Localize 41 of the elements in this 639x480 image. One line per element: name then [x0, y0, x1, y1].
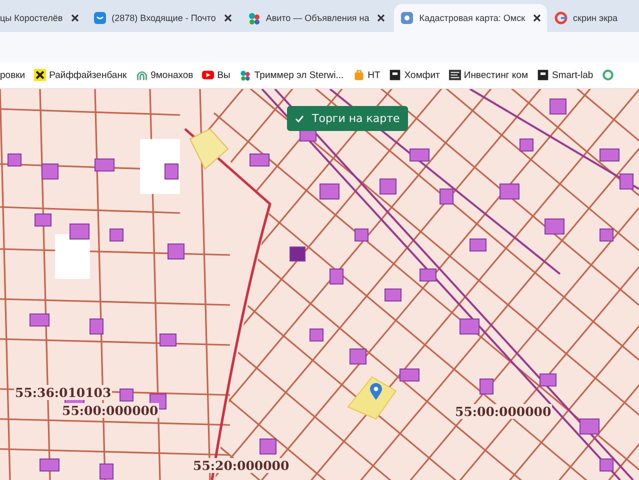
dots-icon — [246, 11, 261, 25]
browser-tab[interactable]: цы Коростелёв — [0, 4, 85, 32]
arch-icon[interactable] — [136, 69, 148, 81]
browser-tab[interactable]: Авито — Объявления на — [240, 4, 392, 32]
square-icon[interactable] — [448, 69, 461, 81]
empty-parcel — [55, 234, 90, 279]
cross-icon[interactable] — [34, 69, 46, 81]
bookmark-link[interactable]: Smart-lab — [552, 70, 594, 80]
square-icon[interactable] — [389, 69, 402, 81]
bookmark-link[interactable]: НТ — [368, 70, 380, 80]
bookmark-link[interactable]: Хомфит — [404, 70, 440, 80]
close-icon[interactable] — [70, 14, 79, 22]
highlighted-parcel — [189, 128, 229, 170]
bookmark-link[interactable]: Триммер эл Sterwi... — [254, 70, 344, 80]
bookmark-link[interactable]: Инвестинг ком — [464, 70, 528, 80]
cadastral-number-label: 55:00:000000 — [454, 404, 552, 419]
dots-icon[interactable] — [239, 69, 252, 81]
bookmark-link[interactable]: Райффайзенбанк — [49, 70, 127, 80]
play-icon[interactable] — [202, 69, 214, 81]
bookmark-link[interactable]: Вы — [217, 70, 230, 80]
empty-parcel — [140, 139, 180, 194]
cadastral-number-label: 55:20:000000 — [192, 458, 290, 473]
map-icon — [400, 11, 414, 25]
browser-tab[interactable]: скрин экра — [548, 4, 627, 32]
browser-tab[interactable]: (2878) Входящие - Почто — [86, 4, 238, 32]
square-icon[interactable] — [537, 69, 549, 81]
mail-icon — [92, 11, 107, 25]
bookmark-link[interactable]: ровки — [0, 70, 26, 80]
cadastral-number-label: 55:36:010103 — [14, 385, 112, 400]
close-icon[interactable] — [224, 14, 232, 22]
ring-icon[interactable] — [602, 69, 614, 81]
location-pin-icon[interactable] — [369, 383, 383, 401]
close-icon[interactable] — [533, 14, 542, 22]
close-icon[interactable] — [377, 14, 386, 22]
browser-tab[interactable]: Кадастровая карта: Омск — [394, 4, 548, 32]
auctions-toggle-button[interactable]: Торги на карте — [287, 106, 408, 131]
cadastral-map[interactable]: Торги на карте 55:36:010103 55:00:000000 55:00:000000 55:20:000000 — [0, 89, 639, 480]
cadastral-number-label: 55:00:000000 — [61, 403, 160, 418]
letter-g-icon — [554, 11, 568, 25]
check-icon — [295, 114, 304, 123]
bookmark-link[interactable]: 9монахов — [150, 70, 194, 80]
